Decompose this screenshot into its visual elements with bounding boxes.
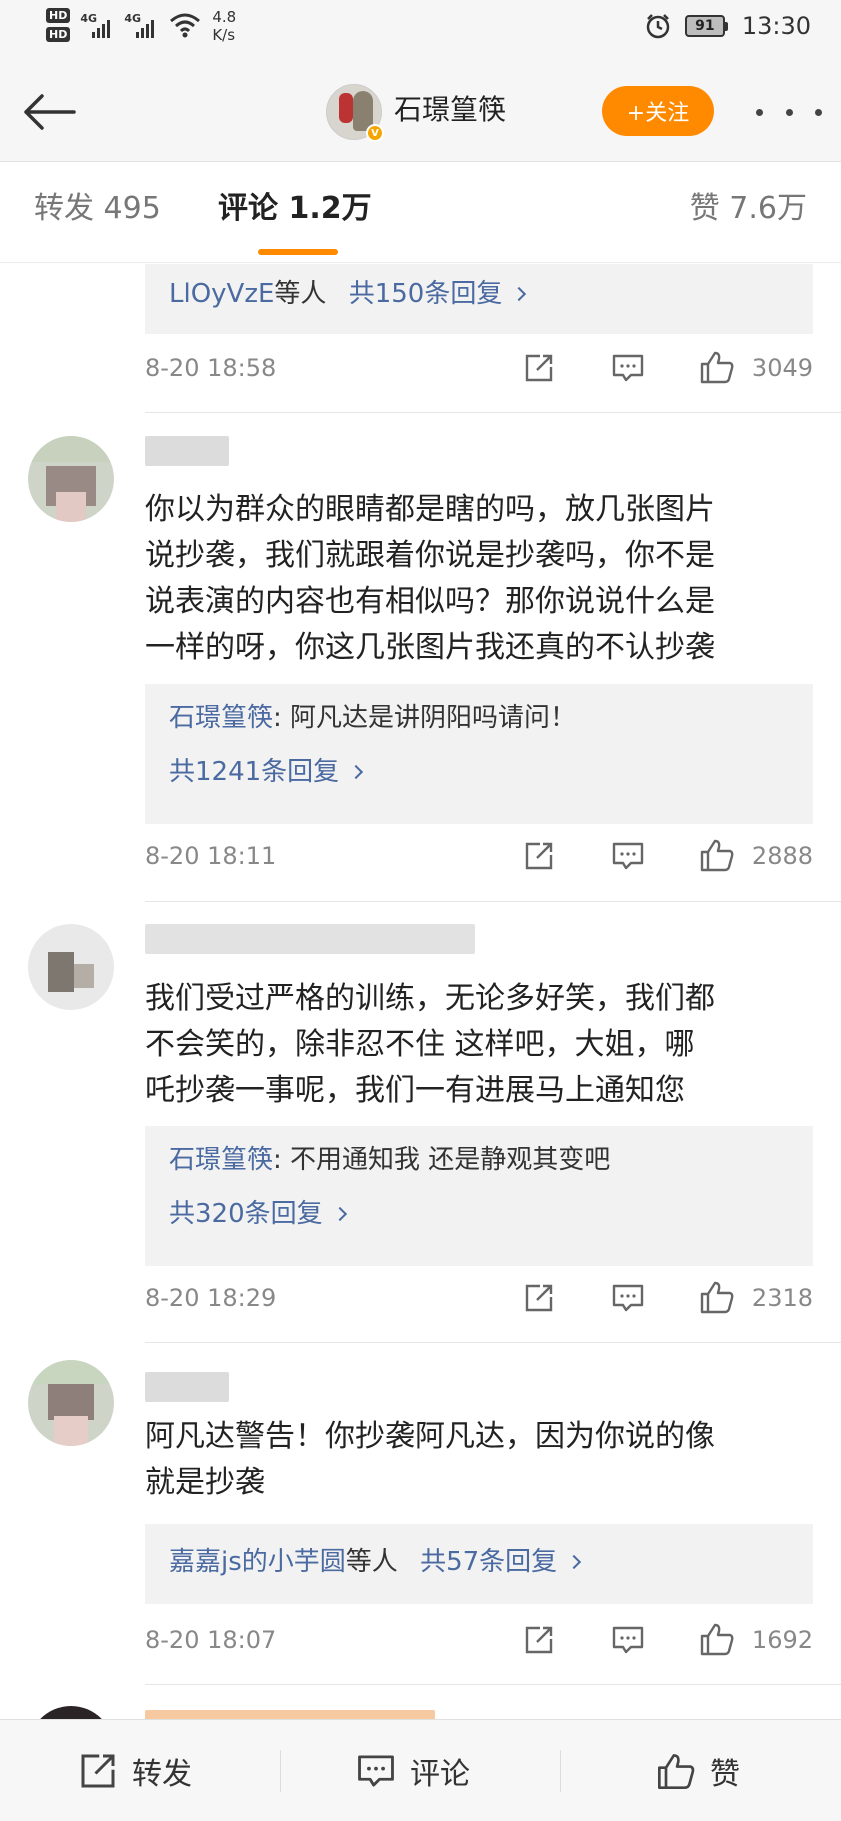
like-icon[interactable] bbox=[699, 1622, 735, 1656]
separator bbox=[560, 1750, 561, 1792]
comment-meta: 8-20 18:29 2318 bbox=[145, 1278, 813, 1318]
commenter-avatar[interactable] bbox=[28, 1360, 114, 1446]
status-bar: HD HD 4G 4G 4.8 K/s 91 13:30 bbox=[0, 0, 841, 62]
comment-time: 8-20 18:11 bbox=[145, 842, 277, 870]
comment-icon[interactable] bbox=[611, 1282, 645, 1314]
comment-icon bbox=[358, 1755, 394, 1787]
divider bbox=[145, 412, 841, 413]
more-options-button[interactable] bbox=[756, 94, 822, 130]
like-count: 2318 bbox=[751, 1284, 813, 1312]
reply-total-link[interactable]: 共1241条回复 bbox=[169, 757, 339, 787]
tab-comment[interactable]: 评论 1.2万 bbox=[218, 189, 372, 229]
comment-time: 8-20 18:58 bbox=[145, 354, 277, 382]
comment-text: 我们受过严格的训练，无论多好笑，我们都 不会笑的，除非忍不住 这样吧，大姐，哪 … bbox=[145, 981, 715, 1108]
share-icon[interactable] bbox=[523, 840, 555, 872]
tab-like[interactable]: 赞 7.6万 bbox=[690, 189, 807, 229]
reply-author[interactable]: 石璟篁筷 bbox=[169, 703, 273, 733]
chevron-right-icon bbox=[512, 286, 527, 302]
chevron-right-icon bbox=[349, 764, 364, 780]
commenter-avatar[interactable] bbox=[28, 1706, 114, 1719]
reply-box[interactable]: 石璟篁筷: 不用通知我 还是静观其变吧 共320条回复 bbox=[145, 1126, 813, 1266]
comment-meta: 8-20 18:58 3049 bbox=[145, 348, 813, 388]
hd-indicator-1: HD bbox=[46, 8, 71, 23]
commenter-name-blurred[interactable] bbox=[145, 924, 475, 954]
divider bbox=[145, 1684, 841, 1685]
battery-icon: 91 bbox=[684, 15, 728, 37]
repost-label: 转发 bbox=[132, 1757, 192, 1792]
comment-label: 评论 bbox=[410, 1757, 470, 1792]
hd-indicator-2: HD bbox=[46, 27, 71, 42]
commenter-avatar[interactable] bbox=[28, 436, 114, 522]
reply-text: : 阿凡达是讲阴阳吗请问！ bbox=[273, 703, 577, 733]
comment-text: 你以为群众的眼睛都是瞎的吗，放几张图片 说抄袭，我们就跟着你说是抄袭吗，你不是 … bbox=[145, 492, 715, 665]
repost-icon bbox=[81, 1754, 115, 1788]
reply-total-link[interactable]: 共320条回复 bbox=[169, 1199, 323, 1229]
like-count: 3049 bbox=[751, 354, 813, 382]
follow-button[interactable]: +关注 bbox=[602, 86, 714, 136]
chevron-right-icon bbox=[567, 1554, 582, 1570]
network-speed: 4.8 K/s bbox=[212, 8, 237, 44]
repost-button[interactable]: 转发 bbox=[78, 1720, 192, 1821]
reply-suffix: 等人 bbox=[274, 279, 327, 309]
signal-icon: 4G bbox=[80, 8, 114, 42]
comment-button[interactable]: 评论 bbox=[356, 1720, 470, 1821]
back-arrow-icon bbox=[24, 94, 76, 130]
like-icon[interactable] bbox=[699, 350, 735, 384]
comment-icon[interactable] bbox=[611, 840, 645, 872]
alarm-icon bbox=[646, 14, 670, 39]
like-icon[interactable] bbox=[699, 838, 735, 872]
divider bbox=[145, 1342, 841, 1343]
reply-users[interactable]: 嘉嘉js的小芋圆 bbox=[169, 1547, 346, 1577]
like-count: 1692 bbox=[751, 1626, 813, 1654]
reply-total-link[interactable]: 共150条回复 bbox=[349, 279, 503, 309]
reply-total-link[interactable]: 共57条回复 bbox=[420, 1547, 557, 1577]
back-button[interactable] bbox=[14, 82, 84, 142]
share-icon[interactable] bbox=[523, 1624, 555, 1656]
tab-bar: 转发 495 评论 1.2万 赞 7.6万 bbox=[0, 163, 841, 263]
like-icon bbox=[658, 1754, 695, 1789]
tab-repost[interactable]: 转发 495 bbox=[34, 189, 161, 229]
reply-text: : 不用通知我 还是静观其变吧 bbox=[273, 1145, 611, 1175]
author-name[interactable]: 石璟篁筷 bbox=[394, 90, 506, 130]
active-tab-indicator bbox=[258, 249, 338, 255]
header-bar: V 石璟篁筷 +关注 bbox=[0, 62, 841, 162]
signal-icon-2: 4G bbox=[124, 8, 158, 42]
comment-icon[interactable] bbox=[611, 1624, 645, 1656]
comment-meta: 8-20 18:07 1692 bbox=[145, 1620, 813, 1660]
comment-time: 8-20 18:07 bbox=[145, 1626, 277, 1654]
like-icon[interactable] bbox=[699, 1280, 735, 1314]
like-label: 赞 bbox=[710, 1757, 740, 1792]
reply-author[interactable]: 石璟篁筷 bbox=[169, 1145, 273, 1175]
commenter-name-partial[interactable] bbox=[145, 1710, 435, 1719]
comment-time: 8-20 18:29 bbox=[145, 1284, 277, 1312]
share-icon[interactable] bbox=[523, 1282, 555, 1314]
bottom-action-bar: 转发 评论 赞 bbox=[0, 1719, 841, 1821]
comment-text: 阿凡达警告！你抄袭阿凡达，因为你说的像 就是抄袭 bbox=[145, 1419, 715, 1500]
commenter-name-blurred[interactable] bbox=[145, 1372, 229, 1402]
comment-icon[interactable] bbox=[611, 352, 645, 384]
verified-badge-icon: V bbox=[366, 124, 384, 142]
reply-users[interactable]: LlOyVzE bbox=[169, 279, 274, 309]
comment-list[interactable]: LlOyVzE等人 共150条回复 8-20 18:58 3049 你以为群众的… bbox=[0, 264, 841, 1719]
commenter-avatar[interactable] bbox=[28, 924, 114, 1010]
more-dots-icon bbox=[756, 108, 763, 116]
commenter-name-blurred[interactable] bbox=[145, 436, 229, 466]
separator bbox=[280, 1750, 281, 1792]
share-icon[interactable] bbox=[523, 352, 555, 384]
reply-summary[interactable]: LlOyVzE等人 共150条回复 bbox=[145, 264, 813, 334]
clock: 13:30 bbox=[741, 12, 811, 40]
divider bbox=[145, 901, 841, 902]
wifi-icon bbox=[170, 13, 201, 38]
reply-summary[interactable]: 嘉嘉js的小芋圆等人 共57条回复 bbox=[145, 1524, 813, 1604]
like-button[interactable]: 赞 bbox=[656, 1720, 740, 1821]
reply-suffix: 等人 bbox=[345, 1547, 398, 1577]
comment-meta: 8-20 18:11 2888 bbox=[145, 836, 813, 876]
like-count: 2888 bbox=[751, 842, 813, 870]
chevron-right-icon bbox=[332, 1206, 347, 1222]
reply-box[interactable]: 石璟篁筷: 阿凡达是讲阴阳吗请问！ 共1241条回复 bbox=[145, 684, 813, 824]
